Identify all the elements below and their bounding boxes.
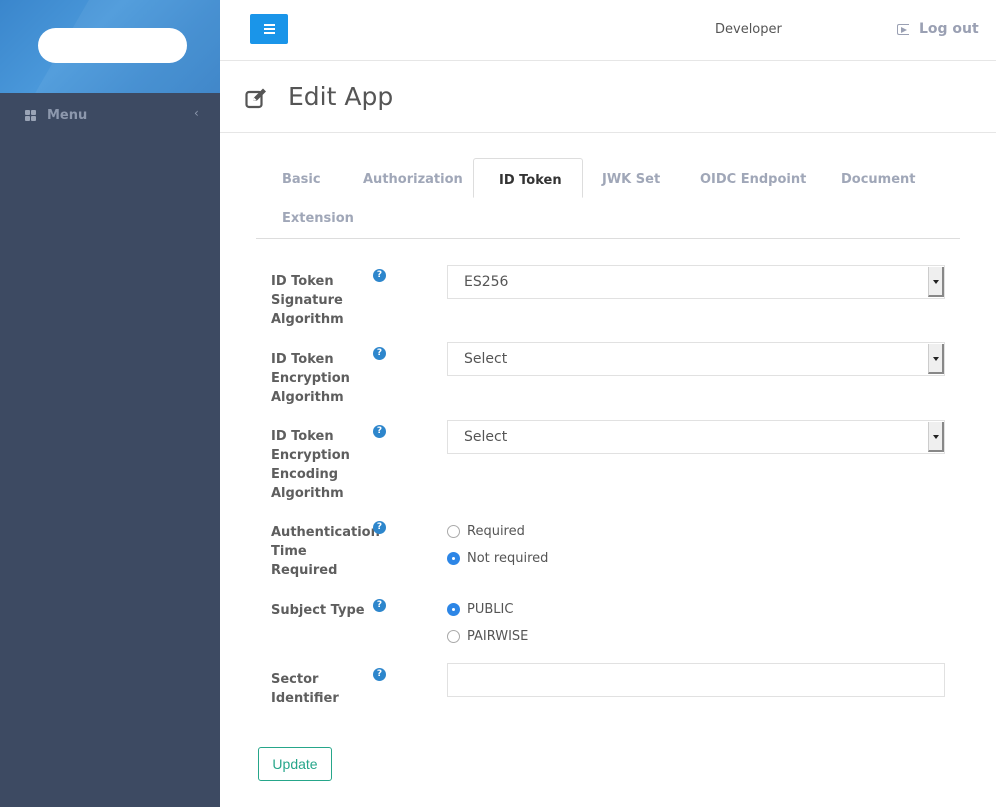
- edit-icon: [245, 88, 266, 109]
- sidebar-item-label: Menu: [47, 108, 88, 123]
- help-icon[interactable]: ?: [373, 269, 386, 282]
- help-icon[interactable]: ?: [373, 599, 386, 612]
- update-button[interactable]: Update: [258, 747, 332, 781]
- auth-time-required-radio[interactable]: Required: [447, 524, 525, 539]
- signature-algorithm-select[interactable]: ES256: [447, 265, 945, 299]
- logo[interactable]: [38, 28, 187, 63]
- radio-label: Required: [467, 524, 525, 539]
- radio-label: PAIRWISE: [467, 629, 529, 644]
- tab-authorization[interactable]: Authorization: [363, 158, 463, 198]
- user-role-label: Developer: [715, 22, 782, 37]
- auth-time-not-required-radio[interactable]: Not required: [447, 551, 548, 566]
- encryption-encoding-algorithm-label: ID Token Encryption Encoding Algorithm: [271, 429, 350, 501]
- tab-jwk-set[interactable]: JWK Set: [602, 158, 660, 198]
- page-title: Edit App: [288, 82, 394, 111]
- tab-oidc-endpoint[interactable]: OIDC Endpoint: [700, 158, 806, 198]
- encryption-encoding-algorithm-select[interactable]: Select: [447, 420, 945, 454]
- radio-label: Not required: [467, 551, 549, 566]
- select-value: Select: [464, 351, 508, 367]
- sector-identifier-label: Sector Identifier: [271, 672, 339, 706]
- subject-type-label: Subject Type: [271, 603, 365, 618]
- main-content: Basic Authorization ID Token JWK Set OID…: [220, 134, 996, 807]
- radio-button[interactable]: [447, 525, 460, 538]
- radio-button[interactable]: [447, 552, 460, 565]
- tab-basic[interactable]: Basic: [282, 158, 321, 198]
- subject-type-pairwise-radio[interactable]: PAIRWISE: [447, 629, 528, 644]
- top-navbar: Developer Log out: [220, 0, 996, 61]
- help-icon[interactable]: ?: [373, 668, 386, 681]
- hamburger-icon: [264, 24, 275, 26]
- grid-icon: [25, 110, 37, 121]
- sidebar-item-menu[interactable]: Menu ‹: [0, 100, 220, 132]
- subject-type-public-radio[interactable]: PUBLIC: [447, 602, 513, 617]
- help-icon[interactable]: ?: [373, 521, 386, 534]
- sign-out-icon: [897, 23, 909, 35]
- logout-label: Log out: [919, 21, 979, 37]
- auth-time-required-label: Authentication Time Required: [271, 525, 380, 578]
- select-value: Select: [464, 429, 508, 445]
- help-icon[interactable]: ?: [373, 425, 386, 438]
- tab-bar: Basic Authorization ID Token JWK Set OID…: [256, 158, 960, 239]
- sidebar: Menu ‹: [0, 0, 220, 807]
- chevron-left-icon[interactable]: ‹: [194, 106, 199, 120]
- encryption-algorithm-select[interactable]: Select: [447, 342, 945, 376]
- sidebar-toggle-button[interactable]: [250, 14, 288, 44]
- tab-id-token[interactable]: ID Token: [473, 158, 583, 198]
- chevron-down-icon: [928, 267, 944, 297]
- radio-label: PUBLIC: [467, 602, 514, 617]
- sector-identifier-input[interactable]: [447, 663, 945, 697]
- chevron-down-icon: [928, 422, 944, 452]
- page-header: Edit App: [220, 62, 996, 133]
- encryption-algorithm-label: ID Token Encryption Algorithm: [271, 352, 350, 405]
- select-value: ES256: [464, 274, 509, 290]
- signature-algorithm-label: ID Token Signature Algorithm: [271, 274, 344, 327]
- help-icon[interactable]: ?: [373, 347, 386, 360]
- tab-extension[interactable]: Extension: [282, 197, 354, 237]
- radio-button[interactable]: [447, 630, 460, 643]
- sidebar-brand: [0, 0, 220, 93]
- radio-button[interactable]: [447, 603, 460, 616]
- chevron-down-icon: [928, 344, 944, 374]
- logout-link[interactable]: Log out: [897, 21, 979, 37]
- tab-document[interactable]: Document: [841, 158, 916, 198]
